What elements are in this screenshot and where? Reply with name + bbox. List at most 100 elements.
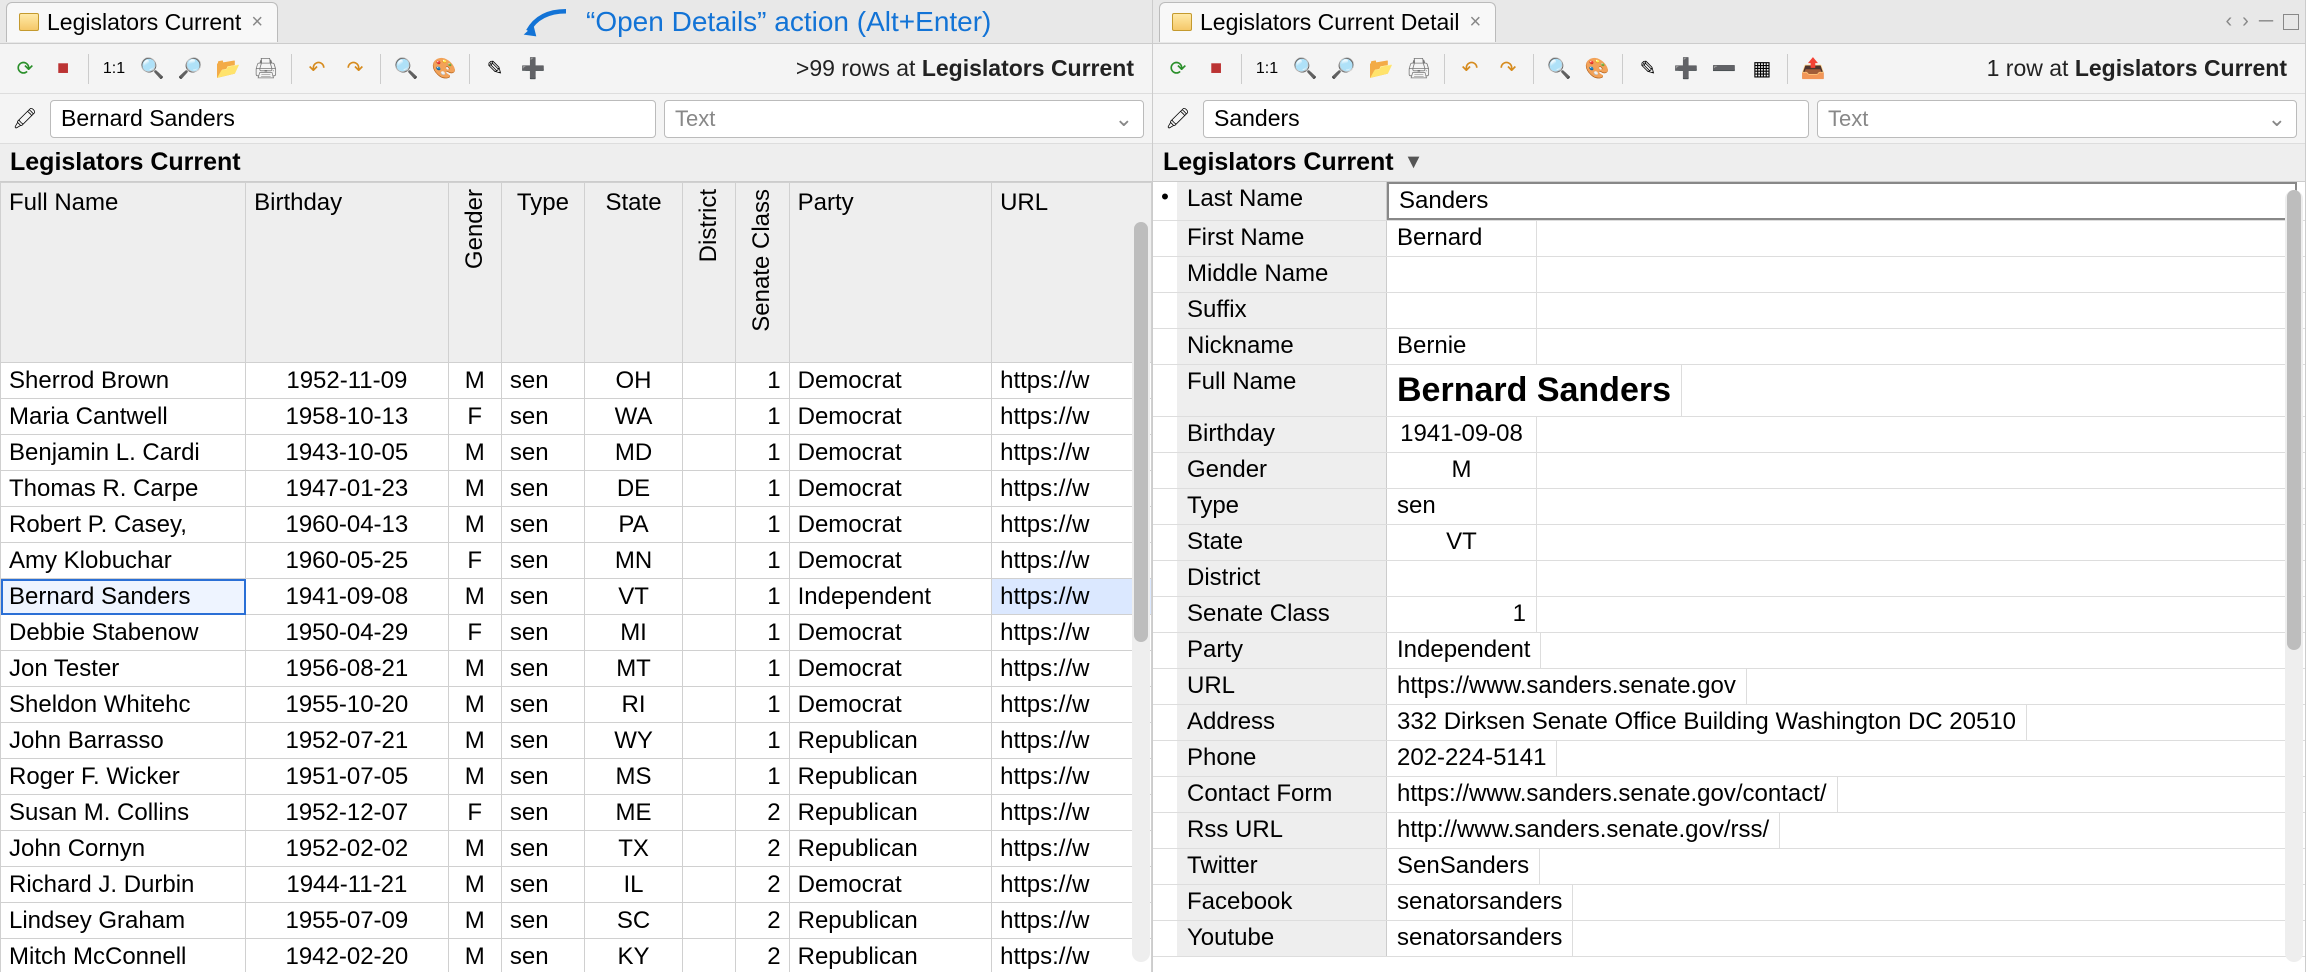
- table-row[interactable]: Richard J. Durbin1944-11-21MsenIL2Democr…: [1, 867, 1152, 903]
- redo-icon[interactable]: ↷: [338, 52, 372, 86]
- col-header[interactable]: State: [585, 183, 683, 363]
- field-value[interactable]: Independent: [1387, 633, 1541, 668]
- stop-icon[interactable]: ■: [46, 52, 80, 86]
- table-row[interactable]: John Barrasso1952-07-21MsenWY1Republican…: [1, 723, 1152, 759]
- col-header[interactable]: Type: [501, 183, 584, 363]
- field-label: Birthday: [1177, 417, 1387, 452]
- table-row[interactable]: Sherrod Brown1952-11-09MsenOH1Democratht…: [1, 363, 1152, 399]
- table-row[interactable]: Susan M. Collins1952-12-07FsenME2Republi…: [1, 795, 1152, 831]
- detail-row: Suffix: [1153, 293, 2305, 329]
- field-value[interactable]: 202-224-5141: [1387, 741, 1557, 776]
- edit-icon[interactable]: ✎: [1631, 52, 1665, 86]
- field-value[interactable]: Bernard: [1387, 221, 1537, 256]
- table-row[interactable]: Maria Cantwell1958-10-13FsenWA1Democrath…: [1, 399, 1152, 435]
- field-value[interactable]: senatorsanders: [1387, 885, 1573, 920]
- close-icon[interactable]: ×: [1468, 11, 1484, 34]
- field-value[interactable]: 1: [1387, 597, 1537, 632]
- table-row[interactable]: Lindsey Graham1955-07-09MsenSC2Republica…: [1, 903, 1152, 939]
- print-icon[interactable]: 🖨: [249, 52, 283, 86]
- col-header[interactable]: Gender: [448, 183, 501, 363]
- table-row[interactable]: Mitch McConnell1942-02-20MsenKY2Republic…: [1, 939, 1152, 972]
- field-value[interactable]: Bernard Sanders: [1387, 365, 1682, 416]
- scrollbar[interactable]: [2285, 190, 2303, 962]
- undo-icon[interactable]: ↶: [300, 52, 334, 86]
- zoom-in-icon[interactable]: 🔍: [1288, 52, 1322, 86]
- refresh-icon[interactable]: ⟳: [1161, 52, 1195, 86]
- zoom-out-icon[interactable]: 🔎: [173, 52, 207, 86]
- undo-icon[interactable]: ↶: [1453, 52, 1487, 86]
- search-input[interactable]: [50, 100, 656, 138]
- zoom-out-icon[interactable]: 🔎: [1326, 52, 1360, 86]
- field-label: Full Name: [1177, 365, 1387, 416]
- col-header[interactable]: URL: [992, 183, 1152, 363]
- table-row[interactable]: Amy Klobuchar1960-05-25FsenMN1Democratht…: [1, 543, 1152, 579]
- data-table[interactable]: Full NameBirthdayGenderTypeStateDistrict…: [0, 182, 1152, 972]
- add-row-icon[interactable]: ➕: [516, 52, 550, 86]
- stop-icon[interactable]: ■: [1199, 52, 1233, 86]
- field-label: Senate Class: [1177, 597, 1387, 632]
- search-input[interactable]: [1203, 100, 1809, 138]
- field-value[interactable]: SenSanders: [1387, 849, 1540, 884]
- field-value[interactable]: [1387, 293, 1537, 328]
- color-icon[interactable]: 🎨: [427, 52, 461, 86]
- field-value[interactable]: M: [1387, 453, 1537, 488]
- tab-legislators-current[interactable]: Legislators Current ×: [6, 2, 278, 42]
- minimize-icon[interactable]: ─: [2259, 10, 2273, 33]
- table-row[interactable]: Benjamin L. Cardi1943-10-05MsenMD1Democr…: [1, 435, 1152, 471]
- type-select[interactable]: Text⌄: [1817, 100, 2297, 138]
- field-value[interactable]: VT: [1387, 525, 1537, 560]
- edit-icon[interactable]: ✎: [478, 52, 512, 86]
- table-row[interactable]: Bernard Sanders1941-09-08MsenVT1Independ…: [1, 579, 1152, 615]
- highlight-icon[interactable]: 🖍: [1161, 102, 1195, 136]
- nav-back-icon[interactable]: ‹: [2225, 10, 2232, 33]
- col-header[interactable]: Birthday: [246, 183, 448, 363]
- table-row[interactable]: Jon Tester1956-08-21MsenMT1Democrathttps…: [1, 651, 1152, 687]
- print-icon[interactable]: 🖨: [1402, 52, 1436, 86]
- open-folder-icon[interactable]: 📂: [211, 52, 245, 86]
- field-value[interactable]: sen: [1387, 489, 1537, 524]
- maximize-icon[interactable]: [2283, 14, 2299, 30]
- field-value[interactable]: Bernie: [1387, 329, 1537, 364]
- detail-list: •Last NameSandersFirst NameBernardMiddle…: [1153, 182, 2305, 972]
- table-row[interactable]: Roger F. Wicker1951-07-05MsenMS1Republic…: [1, 759, 1152, 795]
- find-icon[interactable]: 🔍: [389, 52, 423, 86]
- field-value[interactable]: 1941-09-08: [1387, 417, 1537, 452]
- table-row[interactable]: Thomas R. Carpe1947-01-23MsenDE1Democrat…: [1, 471, 1152, 507]
- highlight-icon[interactable]: 🖍: [8, 102, 42, 136]
- table-row[interactable]: John Cornyn1952-02-02MsenTX2Republicanht…: [1, 831, 1152, 867]
- field-value[interactable]: senatorsanders: [1387, 921, 1573, 956]
- onetoone-icon[interactable]: 1:1: [97, 52, 131, 86]
- add-row-icon[interactable]: ➕: [1669, 52, 1703, 86]
- field-value[interactable]: 332 Dirksen Senate Office Building Washi…: [1387, 705, 2027, 740]
- field-value[interactable]: https://www.sanders.senate.gov: [1387, 669, 1747, 704]
- table-row[interactable]: Robert P. Casey,1960-04-13MsenPA1Democra…: [1, 507, 1152, 543]
- zoom-in-icon[interactable]: 🔍: [135, 52, 169, 86]
- table-row[interactable]: Debbie Stabenow1950-04-29FsenMI1Democrat…: [1, 615, 1152, 651]
- columns-icon[interactable]: ▦: [1745, 52, 1779, 86]
- table-row[interactable]: Sheldon Whitehc1955-10-20MsenRI1Democrat…: [1, 687, 1152, 723]
- col-header[interactable]: Full Name: [1, 183, 246, 363]
- col-header[interactable]: Party: [789, 183, 991, 363]
- refresh-icon[interactable]: ⟳: [8, 52, 42, 86]
- detail-row: Address332 Dirksen Senate Office Buildin…: [1153, 705, 2305, 741]
- field-value[interactable]: Sanders: [1387, 182, 2297, 220]
- open-folder-icon[interactable]: 📂: [1364, 52, 1398, 86]
- onetoone-icon[interactable]: 1:1: [1250, 52, 1284, 86]
- nav-fwd-icon[interactable]: ›: [2242, 10, 2249, 33]
- color-icon[interactable]: 🎨: [1580, 52, 1614, 86]
- col-header[interactable]: Senate Class: [736, 183, 789, 363]
- field-value[interactable]: [1387, 257, 1537, 292]
- field-value[interactable]: https://www.sanders.senate.gov/contact/: [1387, 777, 1838, 812]
- tab-legislators-detail[interactable]: Legislators Current Detail ×: [1159, 2, 1496, 42]
- find-icon[interactable]: 🔍: [1542, 52, 1576, 86]
- col-header[interactable]: District: [683, 183, 736, 363]
- redo-icon[interactable]: ↷: [1491, 52, 1525, 86]
- del-row-icon[interactable]: ➖: [1707, 52, 1741, 86]
- close-icon[interactable]: ×: [249, 11, 265, 34]
- field-value[interactable]: http://www.sanders.senate.gov/rss/: [1387, 813, 1780, 848]
- field-value[interactable]: [1387, 561, 1537, 596]
- export-icon[interactable]: 📤: [1796, 52, 1830, 86]
- scrollbar[interactable]: [1132, 222, 1150, 962]
- type-select[interactable]: Text⌄: [664, 100, 1144, 138]
- filter-icon[interactable]: ▼: [1404, 151, 1424, 174]
